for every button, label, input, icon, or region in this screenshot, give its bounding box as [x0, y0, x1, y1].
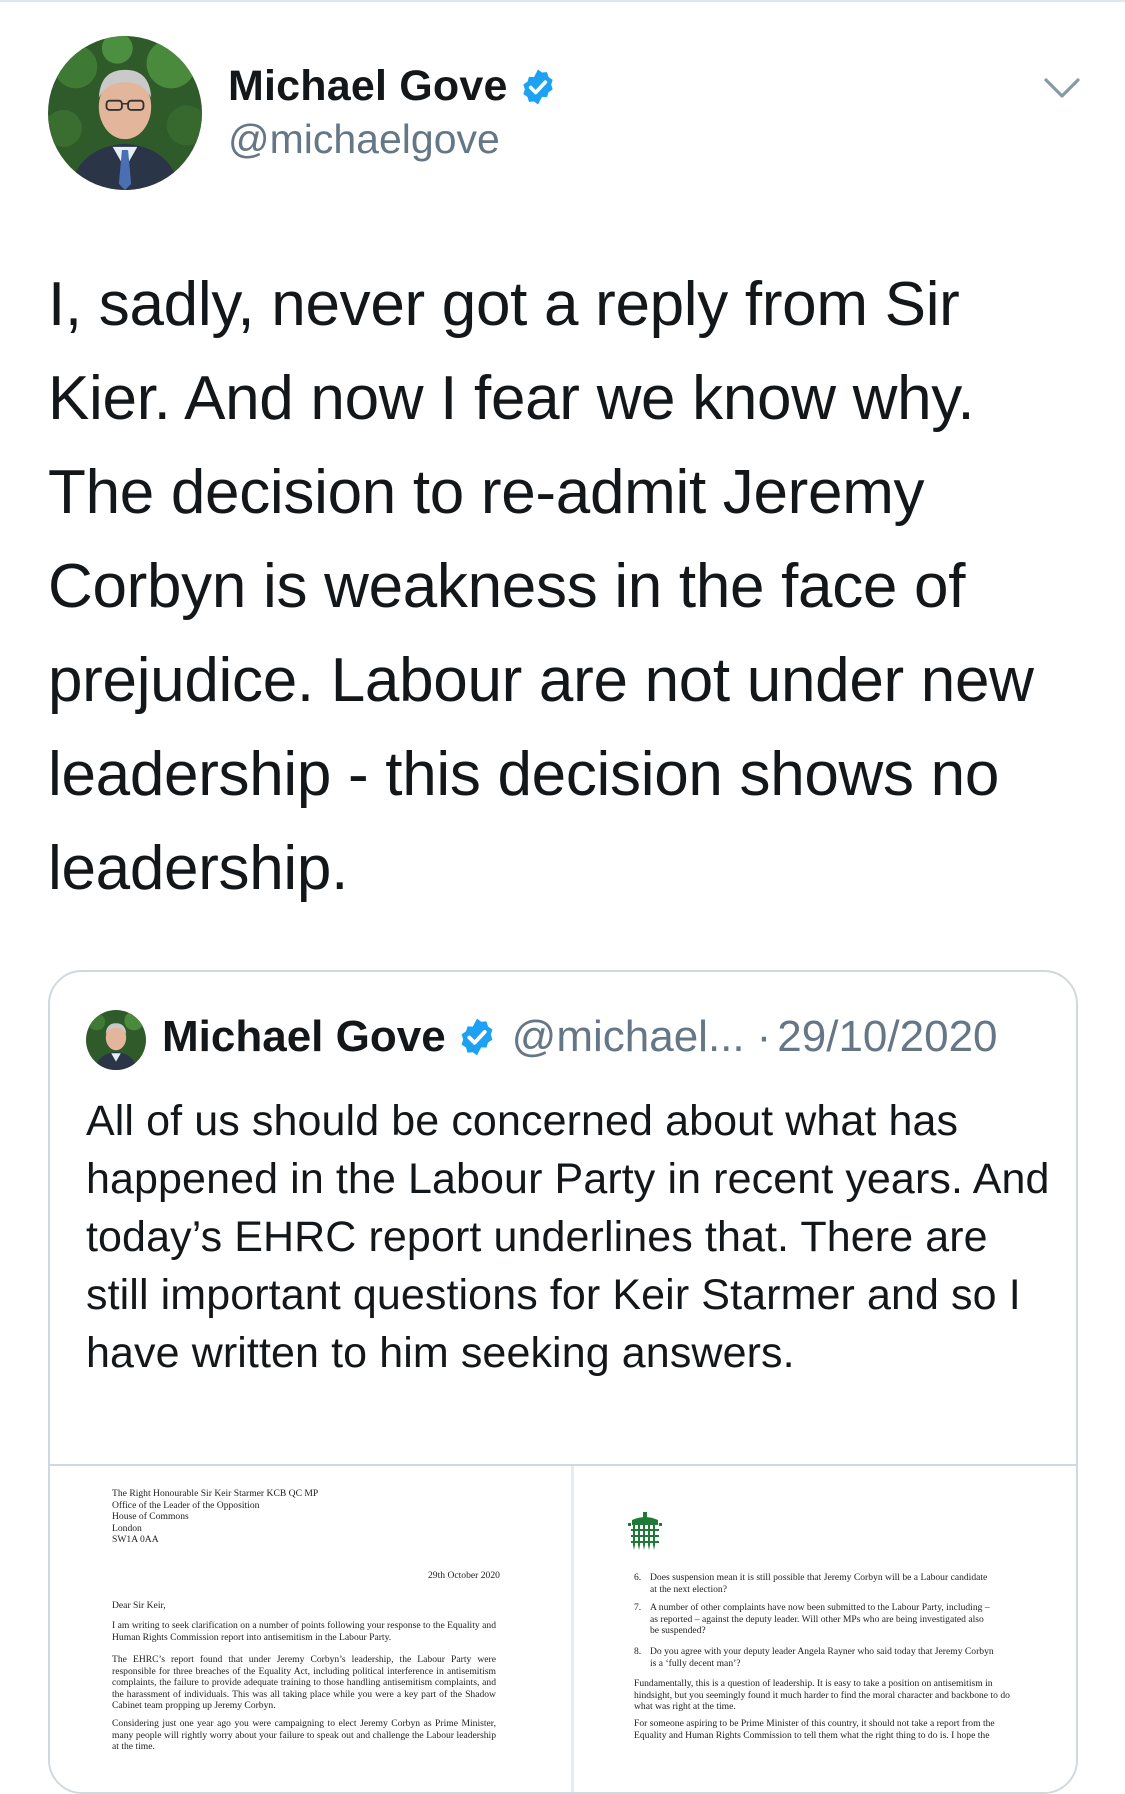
portcullis-icon [628, 1512, 662, 1550]
tweet-text: I, sadly, never got a reply from Sir Kie… [48, 270, 1034, 903]
verified-badge-icon [518, 67, 558, 107]
address-line: SW1A 0AA [112, 1534, 159, 1545]
question-number: 8. [634, 1646, 642, 1657]
quoted-author-name: Michael Gove [162, 1012, 446, 1061]
quoted-avatar [86, 1010, 146, 1070]
question-number: 7. [634, 1602, 642, 1613]
letter-address: The Right Honourable Sir Keir Starmer KC… [112, 1488, 318, 1546]
address-line: Office of the Leader of the Opposition [112, 1499, 260, 1511]
question-number: 6. [634, 1572, 642, 1583]
author-name[interactable]: Michael Gove [228, 62, 508, 111]
author-handle[interactable]: @michaelgove [228, 116, 500, 163]
letter-image-page-1[interactable]: The Right Honourable Sir Keir Starmer KC… [50, 1466, 571, 1792]
question-text: Does suspension mean it is still possibl… [650, 1572, 988, 1595]
quoted-tweet-card[interactable]: Michael Gove @michael... · 29/10/2020 Al… [48, 970, 1078, 1794]
question-text: A number of other complaints have now be… [650, 1602, 990, 1636]
letter-paragraph: I am writing to seek clarification on a … [112, 1620, 496, 1643]
avatar[interactable] [48, 36, 202, 190]
quoted-date: 29/10/2020 [777, 1012, 998, 1061]
author-row: Michael Gove [228, 62, 558, 111]
letter-paragraph: Considering just one year ago you were c… [112, 1718, 496, 1752]
letter-paragraph: For someone aspiring to be Prime Ministe… [634, 1718, 995, 1741]
question-text: Do you agree with your deputy leader Ang… [650, 1646, 994, 1669]
letter-question: 7. A number of other complaints have now… [634, 1602, 994, 1637]
letter-salutation: Dear Sir Keir, [112, 1600, 166, 1611]
chevron-down-icon[interactable] [1042, 74, 1082, 102]
address-line: London [112, 1522, 142, 1534]
separator-dot: · [756, 1012, 772, 1061]
letter-image-page-2[interactable]: 6. Does suspension mean it is still poss… [574, 1466, 1076, 1792]
quoted-author-handle: @michael... [511, 1012, 745, 1061]
letter-paragraph: The EHRC’s report found that under Jerem… [112, 1654, 496, 1711]
quoted-header: Michael Gove @michael... · 29/10/2020 [162, 1012, 998, 1062]
verified-badge-icon [456, 1016, 498, 1058]
letter-date: 29th October 2020 [428, 1570, 500, 1581]
avatar-photo [48, 36, 202, 190]
letter-question: 8. Do you agree with your deputy leader … [634, 1646, 994, 1669]
quoted-tweet-text: All of us should be concerned about what… [86, 1097, 1050, 1377]
address-line: The Right Honourable Sir Keir Starmer KC… [112, 1488, 319, 1499]
letter-paragraph: Fundamentally, this is a question of lea… [634, 1678, 1010, 1712]
letter-question: 6. Does suspension mean it is still poss… [634, 1572, 994, 1595]
top-divider [0, 0, 1125, 2]
attached-images: The Right Honourable Sir Keir Starmer KC… [50, 1464, 1076, 1792]
address-line: House of Commons [112, 1511, 189, 1522]
